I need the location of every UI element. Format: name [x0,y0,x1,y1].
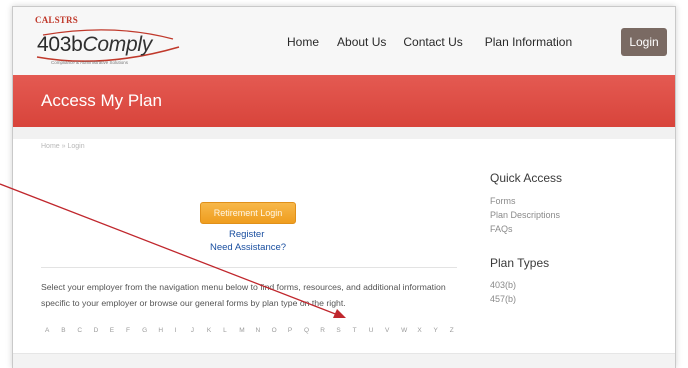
annotation-arrow-icon [0,183,346,318]
